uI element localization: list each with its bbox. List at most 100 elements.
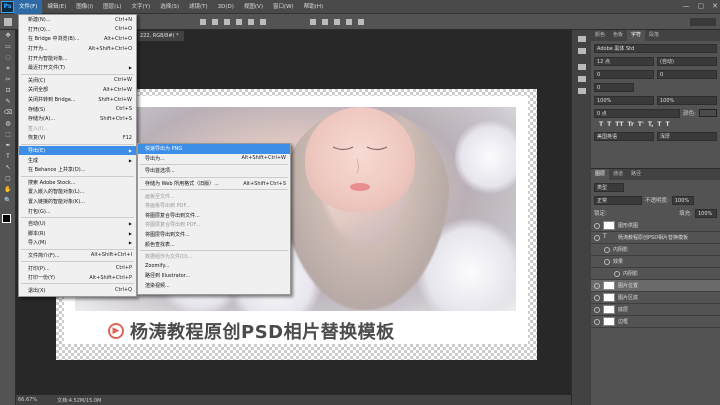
menu-item[interactable]: 新建(N)... Ctrl+N xyxy=(19,15,136,25)
menu-item[interactable]: 打开(O)... Ctrl+O xyxy=(19,25,136,35)
menu-1[interactable]: 编辑(E) xyxy=(42,0,71,14)
foreground-color-swatch[interactable] xyxy=(2,214,11,223)
menu-item[interactable]: 关闭全部 Alt+Ctrl+W xyxy=(19,85,136,95)
layer-row[interactable]: 图片区底 xyxy=(591,292,720,304)
leading-field[interactable]: (自动) xyxy=(657,56,717,66)
menu-7[interactable]: 3D(D) xyxy=(213,0,239,14)
text-style-button[interactable]: TT xyxy=(615,121,623,128)
panel-tab[interactable]: 段落 xyxy=(645,30,663,41)
language-select[interactable]: 美国英语 xyxy=(594,131,654,141)
menu-item[interactable]: 生成 ▶ xyxy=(19,155,136,165)
panel-tab[interactable]: 路径 xyxy=(627,169,645,180)
panel-tab[interactable]: 颜色 xyxy=(591,30,609,41)
menu-item[interactable]: 打开为... Alt+Shift+Ctrl+O xyxy=(19,44,136,54)
text-color-swatch[interactable] xyxy=(699,109,717,117)
text-style-button[interactable]: Tr xyxy=(628,121,634,128)
menu-item[interactable]: 导出为... Alt+Shift+Ctrl+W xyxy=(138,154,290,164)
menu-item[interactable]: 搜索 Adobe Stock... xyxy=(19,178,136,188)
text-style-button[interactable]: T, xyxy=(648,121,654,128)
quick-select-tool-icon[interactable]: ⌗ xyxy=(2,64,14,74)
move-tool-icon[interactable]: ✥ xyxy=(2,31,14,41)
kerning-field[interactable]: 0 xyxy=(594,69,654,79)
visibility-eye-icon[interactable] xyxy=(614,270,620,277)
panel-tab[interactable]: 通道 xyxy=(609,169,627,180)
close-button[interactable]: ✕ xyxy=(712,2,718,10)
blur-tool-icon[interactable]: ◍ xyxy=(2,119,14,129)
visibility-eye-icon[interactable] xyxy=(594,282,600,289)
panel-tab[interactable]: 字符 xyxy=(627,30,646,41)
menu-item[interactable]: 存储为 Web 所用格式（旧版）... Alt+Shift+Ctrl+S xyxy=(138,179,290,189)
visibility-eye-icon[interactable] xyxy=(594,318,600,325)
font-family-select[interactable]: Adobe 黑体 Std xyxy=(594,43,717,53)
text-style-button[interactable]: T xyxy=(599,121,603,128)
layer-row[interactable]: T 杨涛教程原创PSD相片替换模板 xyxy=(591,232,720,244)
menu-10[interactable]: 帮助(H) xyxy=(299,0,328,14)
menu-item[interactable]: 在 Behance 上共享(D)... xyxy=(19,165,136,175)
menu-8[interactable]: 视图(V) xyxy=(239,0,268,14)
baseline-shift-field[interactable]: 0 点 xyxy=(594,108,681,118)
zoom-tool-icon[interactable]: 🔍 xyxy=(2,196,14,206)
maximize-button[interactable]: ▢ xyxy=(698,2,705,10)
brush-tool-icon[interactable]: ✎ xyxy=(2,97,14,107)
text-style-button[interactable]: T xyxy=(607,121,611,128)
text-style-button[interactable]: T xyxy=(657,121,661,128)
menu-item[interactable]: 退出(X) Ctrl+Q xyxy=(19,285,136,295)
menu-6[interactable]: 滤镜(T) xyxy=(184,0,213,14)
visibility-eye-icon[interactable] xyxy=(594,222,600,229)
menu-0[interactable]: 文件(F) xyxy=(14,0,43,14)
layer-row[interactable]: 底层 xyxy=(591,304,720,316)
minimize-button[interactable]: — xyxy=(683,2,690,10)
text-style-button[interactable]: T xyxy=(665,121,669,128)
horizontal-scale-field[interactable]: 100% xyxy=(657,95,717,105)
visibility-eye-icon[interactable] xyxy=(594,306,600,313)
menu-item[interactable]: 打开为智能对象... xyxy=(19,53,136,63)
menu-item[interactable]: 导入(M) ▶ xyxy=(19,238,136,248)
tracking-field[interactable]: 0 xyxy=(657,69,717,79)
panel-tab[interactable]: 色板 xyxy=(609,30,627,41)
eyedropper-tool-icon[interactable]: ⊡ xyxy=(2,86,14,96)
hand-tool-icon[interactable]: ✋ xyxy=(2,185,14,195)
menu-item[interactable]: 脚本(R) ▶ xyxy=(19,228,136,238)
menu-item[interactable]: 存储为(A)... Shift+Ctrl+S xyxy=(19,114,136,124)
menu-item[interactable]: 文件简介(F)... Alt+Shift+Ctrl+I xyxy=(19,251,136,261)
panel-tab[interactable]: 图层 xyxy=(591,169,610,180)
opacity-field[interactable]: 100% xyxy=(671,195,694,205)
shape-tool-icon[interactable]: ▢ xyxy=(2,174,14,184)
visibility-eye-icon[interactable] xyxy=(594,294,600,301)
menu-item[interactable]: 颜色查找表... xyxy=(138,239,290,249)
visibility-eye-icon[interactable] xyxy=(604,246,610,253)
document-tab[interactable]: 222, RGB/8#) * xyxy=(138,31,184,41)
text-style-button[interactable]: T' xyxy=(638,121,644,128)
menu-item[interactable]: 存储(S) Ctrl+S xyxy=(19,104,136,114)
menu-item[interactable]: 导出(E) ▶ xyxy=(19,145,136,156)
font-size-field[interactable]: 12 点 xyxy=(594,56,654,66)
menu-item[interactable]: 路径到 Illustrator... xyxy=(138,271,290,281)
menu-item[interactable]: 打印一份(Y) Alt+Shift+Ctrl+P xyxy=(19,273,136,283)
layer-row[interactable]: 边框 xyxy=(591,316,720,328)
layer-row[interactable]: 图片位置 xyxy=(591,280,720,292)
menu-item[interactable]: 关闭并转到 Bridge... Shift+Ctrl+W xyxy=(19,95,136,105)
menu-item[interactable]: 恢复(V) F12 xyxy=(19,133,136,143)
layer-row[interactable]: 图形供图 xyxy=(591,220,720,232)
pen-tool-icon[interactable]: ✒ xyxy=(2,141,14,151)
visibility-eye-icon[interactable] xyxy=(604,258,610,265)
vertical-scale-field[interactable]: 100% xyxy=(594,95,654,105)
zoom-level[interactable]: 66.67% xyxy=(18,397,37,403)
layer-row[interactable]: 内阴影 xyxy=(591,268,720,280)
eraser-tool-icon[interactable]: ⌫ xyxy=(2,108,14,118)
menu-9[interactable]: 窗口(W) xyxy=(268,0,299,14)
type-tool-icon[interactable]: T xyxy=(2,152,14,162)
menu-5[interactable]: 选择(S) xyxy=(155,0,184,14)
menu-4[interactable]: 文字(Y) xyxy=(127,0,156,14)
menu-item[interactable]: 将图层导出到文件... xyxy=(138,230,290,240)
menu-item[interactable]: 快速导出为 PNG xyxy=(138,144,290,154)
menu-item[interactable]: 最近打开文件(T) ▶ xyxy=(19,63,136,73)
frame-tool-icon[interactable]: ⬚ xyxy=(2,130,14,140)
menu-item[interactable]: 将图层复合导出到文件... xyxy=(138,211,290,221)
tsume-field[interactable]: 0 xyxy=(594,82,634,92)
menu-item[interactable]: 打印(P)... Ctrl+P xyxy=(19,263,136,273)
menu-item[interactable]: 渲染视频... xyxy=(138,281,290,291)
marquee-tool-icon[interactable]: ▭ xyxy=(2,42,14,52)
antialias-select[interactable]: 浑厚 xyxy=(657,131,717,141)
menu-item[interactable]: Zoomify... xyxy=(138,262,290,272)
